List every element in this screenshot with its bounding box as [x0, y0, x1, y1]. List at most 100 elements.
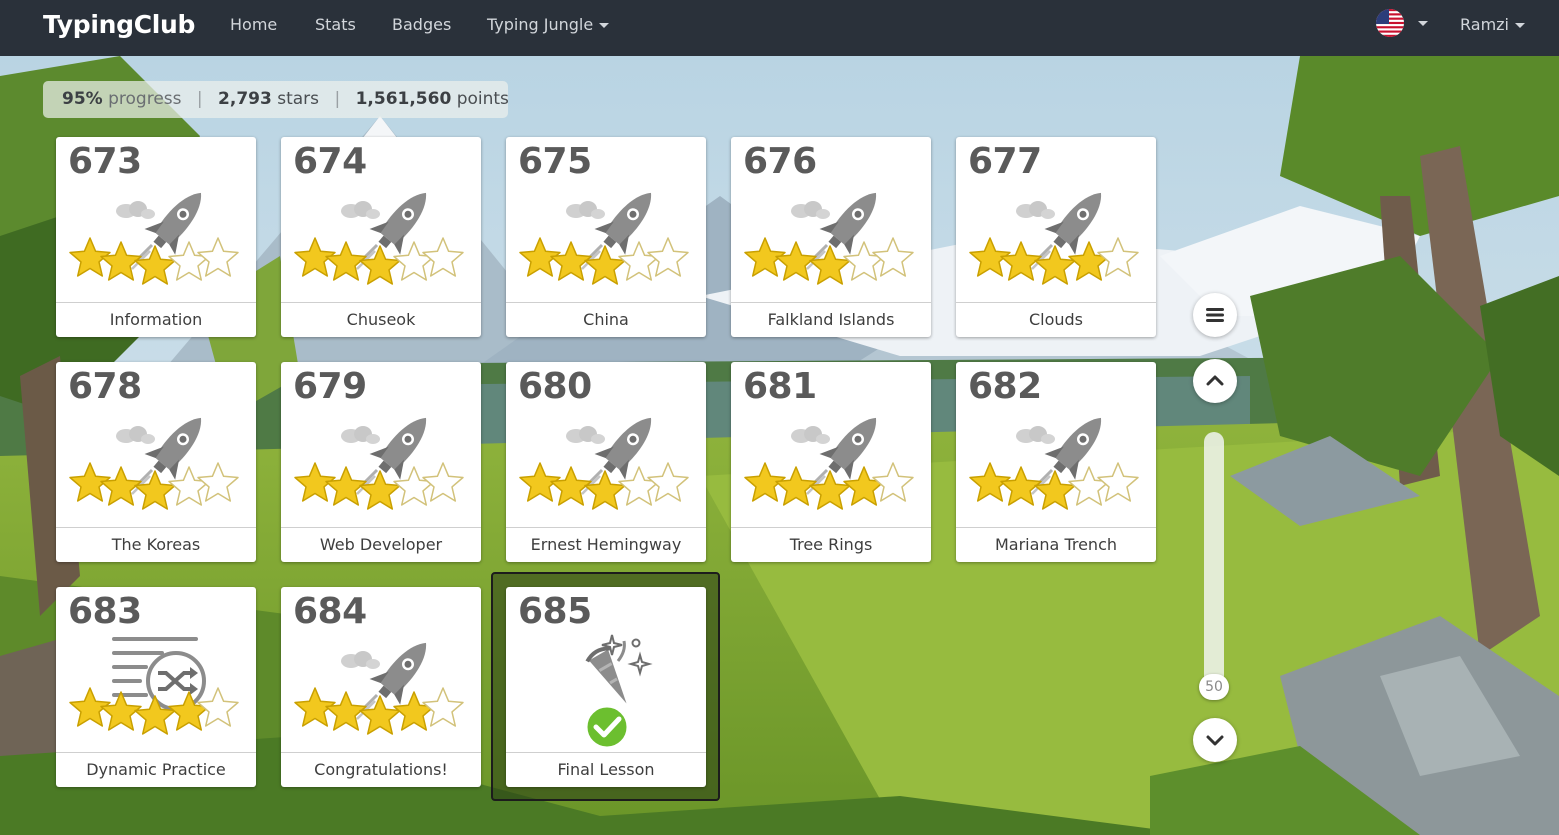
us-flag-icon[interactable] [1376, 9, 1404, 37]
lesson-card[interactable]: 682 Mariana Trench [956, 362, 1156, 562]
lesson-title: Tree Rings [731, 527, 931, 562]
star-filled-icon [134, 245, 176, 285]
chevron-down-icon [1206, 735, 1224, 746]
language-caret-icon[interactable] [1418, 21, 1428, 26]
shuffle-practice-icon [69, 637, 239, 735]
rocket-icon [69, 192, 239, 285]
star-empty-icon [647, 462, 689, 502]
star-filled-icon [359, 695, 401, 735]
rocket-icon [519, 417, 689, 510]
hamburger-menu-icon [1206, 308, 1224, 322]
typing-jungle-dropdown[interactable]: Typing Jungle [487, 15, 610, 34]
points-value: 1,561,560 [355, 89, 452, 109]
scroll-down-button[interactable] [1193, 718, 1237, 762]
rocket-icon [969, 417, 1139, 510]
lesson-title: Falkland Islands [731, 302, 931, 337]
star-filled-icon [1034, 245, 1076, 285]
star-empty-icon [1097, 237, 1139, 277]
lesson-card[interactable]: 683 Dynamic Practice [56, 587, 256, 787]
lesson-card[interactable]: 685 Final Lesson [506, 587, 706, 787]
star-rating [969, 462, 1139, 510]
star-rating [69, 237, 239, 285]
star-rating [294, 462, 464, 510]
star-rating [744, 462, 914, 510]
lesson-card[interactable]: 676 Falkland Islands [731, 137, 931, 337]
star-empty-icon [422, 462, 464, 502]
rocket-icon [294, 417, 464, 510]
lesson-number: 685 [518, 591, 592, 632]
lesson-card[interactable]: 673 Information [56, 137, 256, 337]
star-empty-icon [647, 237, 689, 277]
brand-logo[interactable]: TypingClub [43, 10, 195, 39]
caret-down-icon [599, 23, 610, 28]
lesson-title: Congratulations! [281, 752, 481, 787]
lesson-card[interactable]: 684 Congratulations! [281, 587, 481, 787]
star-rating [69, 462, 239, 510]
lesson-card[interactable]: 675 China [506, 137, 706, 337]
lesson-menu-button[interactable] [1193, 293, 1237, 337]
star-filled-icon [1034, 470, 1076, 510]
user-menu-dropdown[interactable]: Ramzi [1460, 15, 1525, 34]
star-rating [969, 237, 1139, 285]
top-navbar: TypingClub Home Stats Badges Typing Jung… [0, 0, 1559, 56]
rocket-icon [744, 192, 914, 285]
star-rating [519, 237, 689, 285]
nav-stats-link[interactable]: Stats [315, 15, 356, 34]
lesson-number: 679 [293, 366, 367, 407]
scroll-up-button[interactable] [1193, 359, 1237, 403]
lesson-title: The Koreas [56, 527, 256, 562]
star-empty-icon [872, 237, 914, 277]
party-popper-icon [584, 634, 653, 749]
page-slider-track[interactable] [1204, 432, 1224, 690]
rocket-icon [519, 192, 689, 285]
star-rating [519, 462, 689, 510]
lesson-card[interactable]: 678 The Koreas [56, 362, 256, 562]
nav-badges-link[interactable]: Badges [392, 15, 451, 34]
star-rating [294, 687, 464, 735]
progress-value: 95% [62, 89, 103, 109]
star-filled-icon [809, 245, 851, 285]
lesson-title: Mariana Trench [956, 527, 1156, 562]
lesson-title: Dynamic Practice [56, 752, 256, 787]
rocket-icon [969, 192, 1139, 285]
lesson-number: 682 [968, 366, 1042, 407]
chevron-up-icon [1206, 375, 1224, 386]
page-slider-handle[interactable]: 50 [1199, 674, 1229, 700]
lesson-card[interactable]: 677 Clouds [956, 137, 1156, 337]
lesson-number: 676 [743, 141, 817, 182]
rocket-icon [294, 192, 464, 285]
rocket-icon [294, 642, 464, 735]
lesson-title: China [506, 302, 706, 337]
lesson-number: 678 [68, 366, 142, 407]
user-name: Ramzi [1460, 15, 1509, 34]
lesson-title: Web Developer [281, 527, 481, 562]
star-empty-icon [422, 687, 464, 727]
star-empty-icon [197, 687, 239, 727]
stars-label: stars [277, 89, 320, 109]
lesson-title: Final Lesson [506, 752, 706, 787]
lesson-number: 675 [518, 141, 592, 182]
lesson-card[interactable]: 674 Chuseok [281, 137, 481, 337]
lesson-number: 674 [293, 141, 367, 182]
lesson-card[interactable]: 680 Ernest Hemingway [506, 362, 706, 562]
star-filled-icon [359, 245, 401, 285]
rocket-icon [69, 417, 239, 510]
stars-value: 2,793 [218, 89, 272, 109]
lesson-number: 684 [293, 591, 367, 632]
typing-jungle-label: Typing Jungle [487, 15, 594, 34]
lesson-number: 677 [968, 141, 1042, 182]
caret-down-icon [1515, 23, 1525, 28]
star-rating [294, 237, 464, 285]
points-label: points [456, 89, 509, 109]
nav-home-link[interactable]: Home [230, 15, 277, 34]
star-empty-icon [422, 237, 464, 277]
star-filled-icon [584, 470, 626, 510]
star-filled-icon [809, 470, 851, 510]
lesson-card[interactable]: 679 Web Developer [281, 362, 481, 562]
lesson-card[interactable]: 681 Tree Rings [731, 362, 931, 562]
lesson-number: 680 [518, 366, 592, 407]
lesson-number: 673 [68, 141, 142, 182]
progress-label: progress [108, 89, 182, 109]
star-empty-icon [197, 462, 239, 502]
lesson-number: 681 [743, 366, 817, 407]
